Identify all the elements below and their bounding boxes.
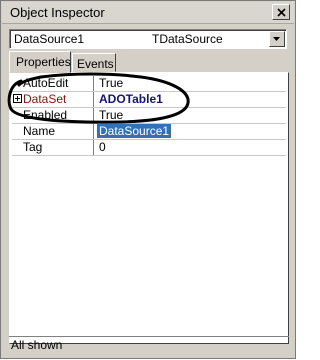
property-name: Enabled bbox=[12, 108, 94, 123]
property-row-autoedit[interactable]: AutoEdit True bbox=[12, 76, 286, 92]
tab-properties-label: Properties bbox=[16, 55, 71, 69]
title-bar: Object Inspector bbox=[2, 2, 294, 24]
property-value-selected[interactable]: DataSource1 bbox=[97, 124, 172, 138]
selected-object-name: DataSource1 bbox=[14, 32, 85, 46]
close-icon bbox=[276, 7, 286, 17]
property-name: Tag bbox=[12, 140, 94, 155]
dropdown-arrow-icon bbox=[273, 36, 280, 41]
close-button[interactable] bbox=[272, 4, 290, 20]
property-name: Name bbox=[12, 124, 94, 139]
object-inspector-window: Object Inspector DataSource1 TDataSource… bbox=[0, 0, 296, 359]
tab-properties[interactable]: Properties bbox=[9, 51, 71, 73]
property-row-enabled[interactable]: Enabled True bbox=[12, 108, 286, 124]
property-value[interactable]: True bbox=[99, 108, 123, 122]
window-title: Object Inspector bbox=[10, 5, 105, 20]
property-row-name[interactable]: Name DataSource1 bbox=[12, 124, 286, 140]
property-name: DataSet bbox=[12, 92, 94, 107]
status-bar: All shown bbox=[9, 336, 289, 352]
row-divider bbox=[12, 155, 286, 156]
property-row-dataset[interactable]: DataSet ADOTable1 bbox=[12, 92, 286, 108]
tab-events[interactable]: Events bbox=[72, 53, 116, 72]
combobox-dropdown-button[interactable] bbox=[269, 31, 285, 47]
property-grid: AutoEdit True DataSet ADOTable1 Enabled … bbox=[12, 76, 286, 156]
object-selector-combobox[interactable]: DataSource1 TDataSource bbox=[9, 29, 287, 49]
property-row-tag[interactable]: Tag 0 bbox=[12, 140, 286, 156]
selected-object-type: TDataSource bbox=[152, 32, 223, 46]
property-value[interactable]: ADOTable1 bbox=[99, 92, 163, 106]
property-name: AutoEdit bbox=[12, 76, 94, 91]
property-value[interactable]: 0 bbox=[99, 140, 106, 154]
tab-events-label: Events bbox=[77, 57, 114, 71]
property-value[interactable]: True bbox=[99, 76, 123, 90]
status-text: All shown bbox=[11, 338, 63, 352]
properties-panel: AutoEdit True DataSet ADOTable1 Enabled … bbox=[9, 72, 289, 344]
